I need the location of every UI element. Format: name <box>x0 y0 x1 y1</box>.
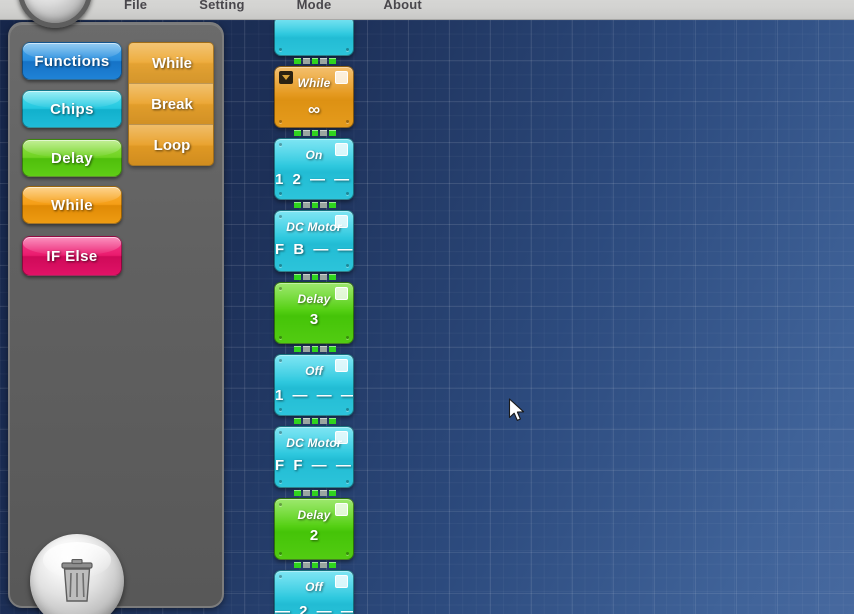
block-connector-pins <box>294 58 336 64</box>
menu-bar: File Setting Mode About <box>0 0 854 20</box>
block-value: — 2 — — — <box>275 603 353 614</box>
block-value: 1 — — — — <box>275 387 353 404</box>
block-value: 1 2 — — — <box>275 171 353 188</box>
palette-button-label: While <box>51 196 93 214</box>
menu-item-setting[interactable]: Setting <box>193 0 250 13</box>
program-block-dc-motor[interactable]: DC Motor F F — — <box>274 426 354 488</box>
subpanel-item-label: Loop <box>153 137 191 154</box>
program-block-delay[interactable]: Delay 2 <box>274 498 354 560</box>
palette-button-chips[interactable]: Chips <box>22 90 122 128</box>
menu-item-about[interactable]: About <box>377 0 428 13</box>
trash-icon <box>61 559 93 602</box>
block-checkbox[interactable] <box>335 287 348 300</box>
block-value: F F — — <box>275 457 354 474</box>
block-checkbox[interactable] <box>335 431 348 444</box>
menu-bar-items: File Setting Mode About <box>118 0 428 13</box>
block-connector-pins <box>294 274 336 280</box>
palette-button-if-else[interactable]: IF Else <box>22 236 122 276</box>
block-value: 2 <box>309 527 319 544</box>
block-checkbox[interactable] <box>335 143 348 156</box>
block-value: ∞ <box>307 100 321 119</box>
palette-button-label: Delay <box>50 149 94 167</box>
block-connector-pins <box>294 418 336 424</box>
block-checkbox[interactable] <box>335 71 348 84</box>
palette-button-label: Chips <box>50 100 94 118</box>
block-checkbox[interactable] <box>335 359 348 372</box>
block-connector-pins <box>294 202 336 208</box>
block-connector-pins <box>294 346 336 352</box>
subpanel-item-label: While <box>152 54 192 72</box>
block-checkbox[interactable] <box>335 503 348 516</box>
palette-button-label: IF Else <box>46 247 98 265</box>
block-checkbox[interactable] <box>335 215 348 228</box>
menu-item-mode[interactable]: Mode <box>291 0 338 13</box>
trash-button[interactable] <box>30 534 124 614</box>
block-value: 3 <box>309 311 319 328</box>
application-window: While ∞ On 1 2 — — — <box>0 0 854 614</box>
chevron-down-icon[interactable] <box>279 71 293 84</box>
block-connector-pins <box>294 562 336 568</box>
block-connector-pins <box>294 490 336 496</box>
program-block-off[interactable]: Off 1 — — — — <box>274 354 354 416</box>
program-block[interactable] <box>274 16 354 56</box>
subpanel-item-label: Break <box>151 95 193 113</box>
subpanel-item-while[interactable]: While <box>129 43 213 84</box>
program-block-dc-motor[interactable]: DC Motor F B — — <box>274 210 354 272</box>
subpanel-item-break[interactable]: Break <box>129 84 213 125</box>
palette-button-functions[interactable]: Functions <box>22 42 122 80</box>
block-value: F B — — <box>275 241 354 258</box>
program-block-while[interactable]: While ∞ <box>274 66 354 128</box>
program-block-off[interactable]: Off — 2 — — — <box>274 570 354 614</box>
palette-button-delay[interactable]: Delay <box>22 139 122 177</box>
palette-button-label: Functions <box>34 52 110 70</box>
palette-sidebar: Functions Chips Delay While IF Else Whil… <box>8 22 224 614</box>
palette-button-while[interactable]: While <box>22 186 122 224</box>
program-block-delay[interactable]: Delay 3 <box>274 282 354 344</box>
block-connector-pins <box>294 130 336 136</box>
program-block-on[interactable]: On 1 2 — — — <box>274 138 354 200</box>
block-checkbox[interactable] <box>335 575 348 588</box>
menu-item-file[interactable]: File <box>118 0 153 13</box>
subpanel-item-loop[interactable]: Loop <box>129 125 213 165</box>
while-subpanel: While Break Loop <box>128 42 214 166</box>
